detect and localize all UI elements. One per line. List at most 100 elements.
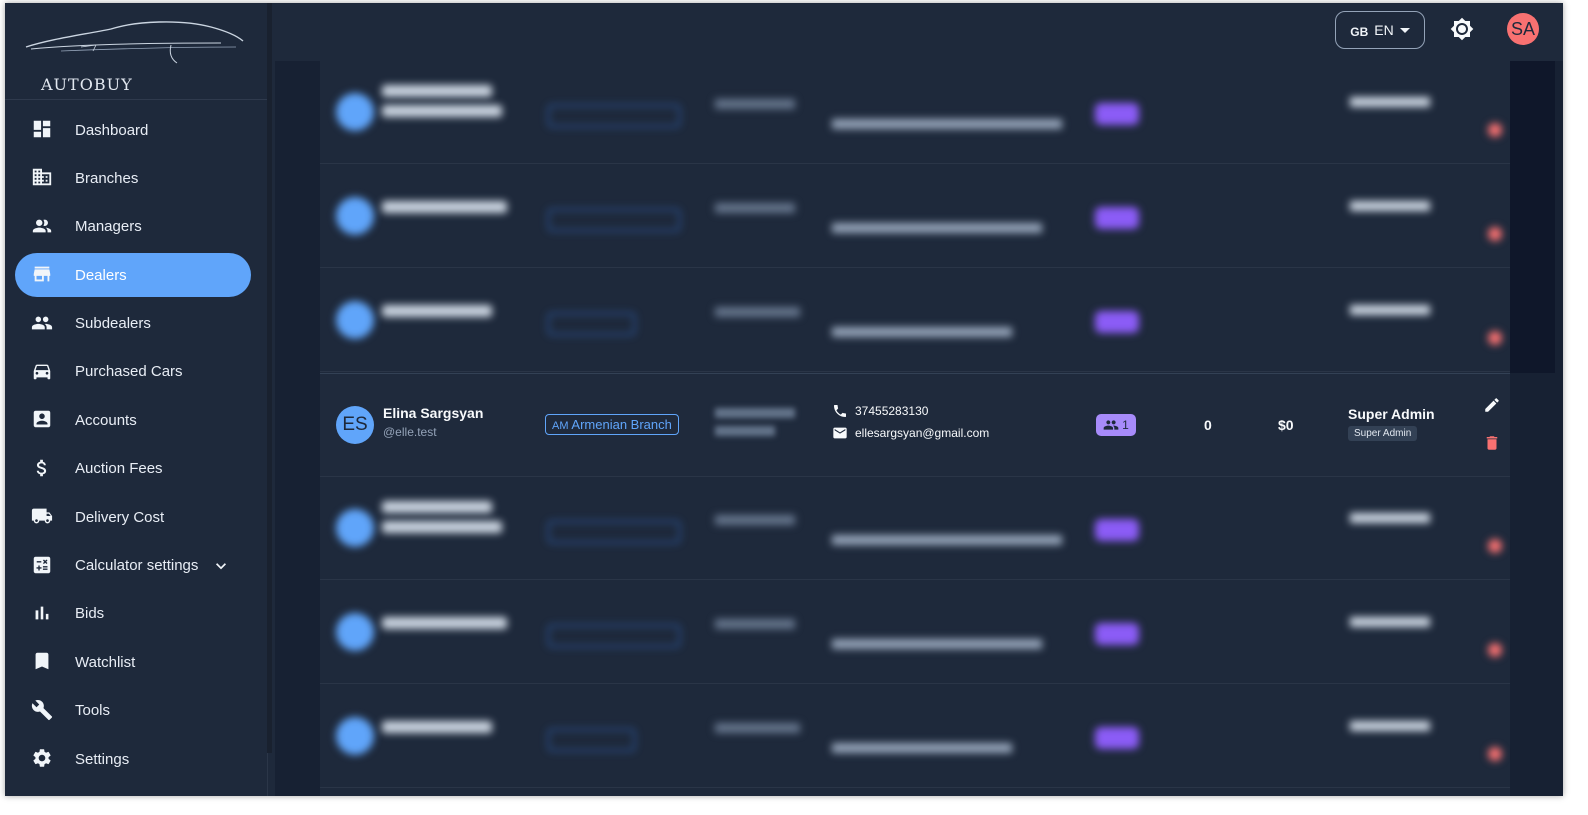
sidebar-item-bids[interactable]: Bids (15, 592, 251, 636)
email-placeholder (832, 327, 1012, 337)
sidebar-item-accounts[interactable]: Accounts (15, 398, 251, 442)
manager-blurred (715, 408, 795, 436)
store-icon (31, 263, 55, 287)
subdealers-badge[interactable]: 1 (1096, 414, 1136, 436)
avatar (336, 717, 374, 755)
dealer-role: Super Admin Super Admin (1348, 406, 1435, 441)
manager-placeholder (715, 515, 795, 525)
sidebar-item-label: Dashboard (75, 121, 149, 139)
sidebar-item-branches[interactable]: Branches (15, 156, 251, 200)
manager-placeholder (715, 99, 795, 109)
chevron-down-icon[interactable] (211, 556, 231, 576)
sidebar-item-label: Watchlist (75, 653, 136, 671)
sidebar-item-settings[interactable]: Settings (15, 737, 251, 781)
sidebar-item-label: Calculator settings (75, 557, 199, 575)
right-panel-strip (1510, 61, 1555, 373)
theme-toggle-icon[interactable] (1450, 17, 1474, 41)
avatar (336, 93, 374, 131)
dealer-contact: 37455283130 ellesargsyan@gmail.com (832, 400, 989, 444)
sidebar-item-label: Branches (75, 169, 139, 187)
delete-icon[interactable] (1488, 227, 1502, 241)
edit-icon[interactable] (1483, 396, 1501, 419)
mail-icon (833, 427, 847, 439)
table-row: ES Elina Sargsyan @elle.test AM Armenian… (320, 373, 1510, 477)
group-icon (31, 312, 55, 336)
branch-country-code: AM (552, 420, 569, 432)
name-placeholder (382, 201, 507, 213)
car-icon (31, 360, 55, 384)
subdealer-placeholder (1095, 103, 1139, 125)
dealer-email[interactable]: ellesargsyan@gmail.com (855, 426, 989, 440)
delete-icon[interactable] (1483, 434, 1501, 457)
name-placeholder (382, 721, 492, 733)
sidebar-item-calculator-settings[interactable]: Calculator settings (15, 544, 251, 588)
sidebar-item-label: Tools (75, 702, 111, 720)
sidebar-item-subdealers[interactable]: Subdealers (15, 302, 251, 346)
subdealer-placeholder (1095, 207, 1139, 229)
table-row (320, 685, 1510, 788)
name-placeholder (382, 85, 492, 97)
role-placeholder (1350, 305, 1430, 315)
calculator-icon (31, 554, 55, 578)
sidebar-item-watchlist[interactable]: Watchlist (15, 640, 251, 684)
role-placeholder (1350, 617, 1430, 627)
table-row (320, 165, 1510, 268)
role-placeholder (1350, 201, 1430, 211)
sidebar-item-label: Settings (75, 750, 130, 768)
dealer-username: @elle.test (383, 425, 437, 439)
sidebar-item-label: Purchased Cars (75, 363, 183, 381)
name-placeholder (382, 305, 492, 317)
sidebar-item-dashboard[interactable]: Dashboard (15, 108, 251, 152)
subdealer-placeholder (1095, 727, 1139, 749)
delete-icon[interactable] (1488, 747, 1502, 761)
sidebar-item-delivery-cost[interactable]: Delivery Cost (15, 495, 251, 539)
user-avatar[interactable]: SA (1507, 13, 1539, 45)
dealers-table: ES Elina Sargsyan @elle.test AM Armenian… (320, 61, 1510, 796)
building-icon (31, 166, 55, 190)
top-header: GB EN SA (275, 3, 1563, 61)
branch-chip[interactable]: AM Armenian Branch (545, 414, 679, 435)
sidebar-item-label: Subdealers (75, 315, 151, 333)
avatar (336, 509, 374, 547)
sidebar-item-label: Bids (75, 605, 105, 623)
role-placeholder (1350, 721, 1430, 731)
subdealer-placeholder (1095, 623, 1139, 645)
branch-chip-placeholder (548, 209, 680, 231)
branch-chip-placeholder (548, 313, 635, 335)
sidebar-item-purchased-cars[interactable]: Purchased Cars (15, 350, 251, 394)
email-placeholder (832, 119, 1062, 129)
brand-logo[interactable]: AUTOBUY (21, 17, 251, 94)
delete-icon[interactable] (1488, 123, 1502, 137)
name-placeholder (382, 105, 502, 117)
wrench-icon (31, 699, 55, 723)
dealer-count: 0 (1204, 417, 1212, 433)
delete-icon[interactable] (1488, 643, 1502, 657)
sidebar-scrollbar[interactable] (267, 3, 272, 753)
delete-icon[interactable] (1488, 539, 1502, 553)
delete-icon[interactable] (1488, 331, 1502, 345)
dealer-avatar: ES (336, 406, 374, 444)
sidebar-item-managers[interactable]: Managers (15, 205, 251, 249)
bar-chart-icon (31, 602, 55, 626)
app-window: AUTOBUY Dashboard Branches Managers Deal… (5, 3, 1563, 796)
manager-placeholder (715, 723, 800, 733)
sidebar-item-dealers[interactable]: Dealers (15, 253, 251, 298)
role-placeholder (1350, 97, 1430, 107)
branch-chip-placeholder (548, 521, 680, 543)
email-placeholder (832, 639, 1042, 649)
branch-chip-placeholder (548, 625, 680, 647)
avatar (336, 613, 374, 651)
role-title: Super Admin (1348, 406, 1435, 422)
people-icon (31, 215, 55, 239)
sidebar-item-auction-fees[interactable]: Auction Fees (15, 447, 251, 491)
avatar (336, 301, 374, 339)
dashboard-icon (31, 118, 55, 142)
language-select[interactable]: GB EN (1335, 11, 1425, 49)
email-placeholder (832, 743, 1012, 753)
sidebar-nav: Dashboard Branches Managers Dealers Subd… (15, 108, 251, 785)
group-icon (1103, 420, 1119, 430)
manager-placeholder (715, 203, 795, 213)
dealer-phone[interactable]: 37455283130 (855, 404, 928, 418)
sidebar-item-tools[interactable]: Tools (15, 689, 251, 733)
sidebar-item-label: Managers (75, 218, 142, 236)
